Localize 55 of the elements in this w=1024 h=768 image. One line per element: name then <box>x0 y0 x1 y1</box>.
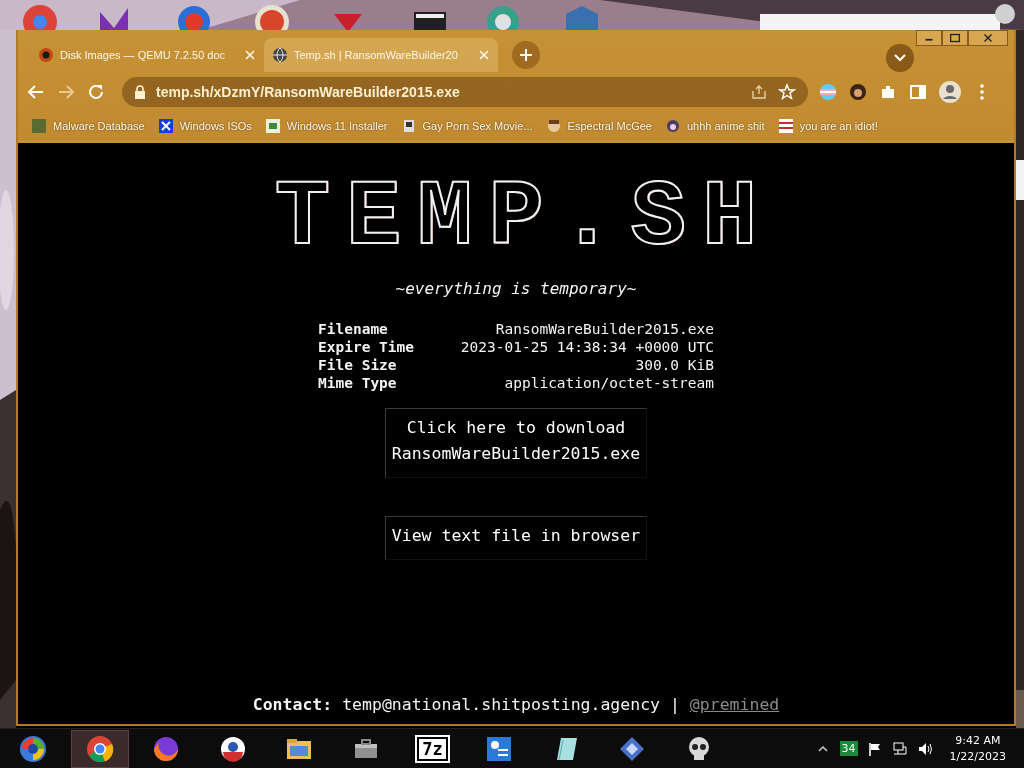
minimize-icon[interactable] <box>916 30 942 46</box>
bookmark[interactable]: Malware Database <box>32 119 145 133</box>
download-button[interactable]: Click here to download RansomWareBuilder2015.exe <box>384 408 648 478</box>
start-orb-icon <box>18 733 48 764</box>
url-text: temp.sh/xDzmY/RansomWareBuilder2015.exe <box>156 84 461 100</box>
bookmark[interactable]: Windows 11 Installer <box>265 119 388 133</box>
bookmark[interactable]: Espectral McGee <box>546 119 652 133</box>
chrome-icon <box>84 733 115 764</box>
logo: TEMP.SH <box>274 171 774 267</box>
star-icon[interactable] <box>778 83 796 101</box>
site-icon <box>158 119 173 133</box>
taskbar-button[interactable] <box>70 729 129 768</box>
site-icon <box>778 119 793 133</box>
tagline: ~everything is temporary~ <box>395 279 637 298</box>
browser-tab[interactable]: Disk Images — QEMU 7.2.50 doc <box>30 38 264 72</box>
info-label: Expire Time <box>318 338 416 356</box>
site-icon <box>665 119 680 133</box>
site-icon <box>546 119 561 133</box>
bookmark[interactable]: Windows ISOs <box>158 119 252 133</box>
network-icon[interactable] <box>891 740 908 757</box>
info-value: RansomWareBuilder2015.exe <box>494 320 714 338</box>
tab-search-button[interactable] <box>886 44 914 72</box>
site-icon <box>265 119 280 133</box>
info-label: File Size <box>318 356 398 374</box>
info-value: 2023-01-25 14:38:34 +0000 UTC <box>459 338 714 356</box>
tray-badge[interactable]: 34 <box>839 741 858 756</box>
chevron-down-icon <box>894 54 906 62</box>
new-tab-button[interactable] <box>512 41 540 69</box>
address-bar[interactable]: temp.sh/xDzmY/RansomWareBuilder2015.exe <box>122 77 808 107</box>
view-text-button[interactable]: View text file in browser <box>384 516 648 560</box>
profile-avatar-icon[interactable] <box>938 80 962 104</box>
side-panel-icon[interactable] <box>908 82 928 102</box>
site-icon <box>401 119 416 133</box>
reload-icon[interactable] <box>86 82 106 102</box>
lock-icon <box>134 85 146 99</box>
clock[interactable]: 9:42 AM 1/22/2023 <box>949 732 1006 765</box>
flag-icon[interactable] <box>866 740 883 757</box>
globe-icon <box>272 47 288 63</box>
info-value: application/octet-stream <box>503 374 714 392</box>
info-label: Mime Type <box>318 374 398 392</box>
handle-link[interactable]: @premined <box>689 695 780 714</box>
plus-icon <box>519 48 533 62</box>
flag-extension-icon[interactable] <box>818 82 838 102</box>
contact-line: Contact: temp@national.shitposting.agency | @premined <box>252 695 780 714</box>
browser-tab[interactable]: Temp.sh | RansomWareBuilder20 <box>264 38 498 72</box>
bookmark[interactable]: uhhh anime shit <box>665 119 765 133</box>
maximize-icon[interactable] <box>942 30 968 46</box>
info-value: 300.0 KiB <box>634 356 714 374</box>
info-label: Filename <box>318 320 389 338</box>
avatar-extension-icon[interactable] <box>848 82 868 102</box>
site-icon <box>32 119 46 133</box>
share-icon[interactable] <box>750 83 768 101</box>
taskbar-button[interactable]: 7z <box>403 729 462 768</box>
bookmark[interactable]: you are an idiot! <box>778 119 878 133</box>
bookmark[interactable]: Gay Porn Sex Movie... <box>401 119 533 133</box>
